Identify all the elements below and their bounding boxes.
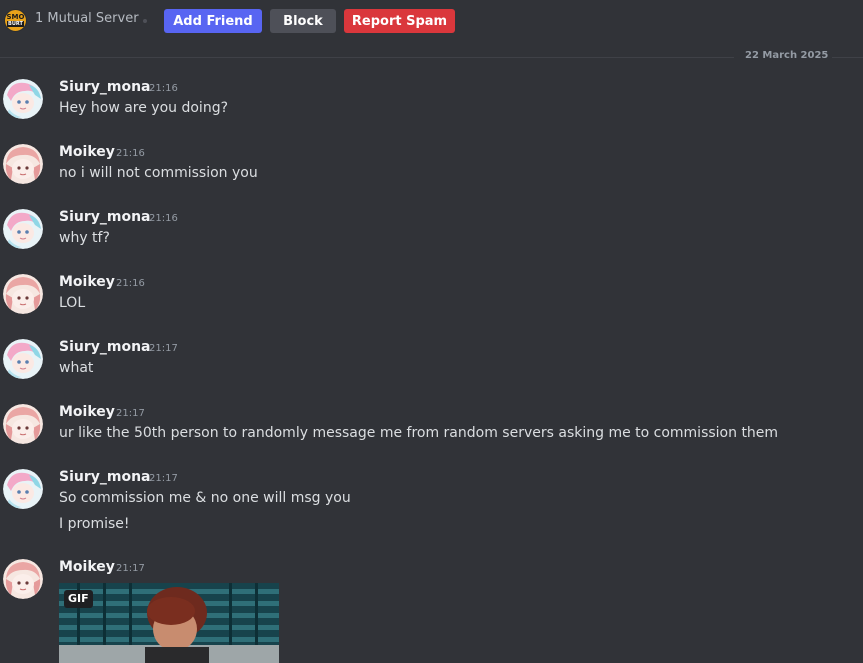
gif-embed[interactable]: GIF <box>59 583 279 663</box>
avatar-image <box>3 339 43 379</box>
message-text: So commission me & no one will msg you <box>59 490 351 506</box>
avatar[interactable] <box>3 209 43 249</box>
message-text: why tf? <box>59 230 110 246</box>
gif-badge: GIF <box>64 590 93 608</box>
divider-line <box>0 57 734 58</box>
message-timestamp[interactable]: 21:17 <box>116 563 145 574</box>
block-button[interactable]: Block <box>270 9 336 33</box>
avatar[interactable] <box>3 144 43 184</box>
username[interactable]: Siury_mona <box>59 209 151 225</box>
avatar[interactable] <box>3 469 43 509</box>
avatar-image <box>3 144 43 184</box>
message-timestamp[interactable]: 21:17 <box>149 343 178 354</box>
dm-channel: SMO BURT 1 Mutual Server Add Friend Bloc… <box>0 0 863 663</box>
message-text: no i will not commission you <box>59 165 258 181</box>
server-icon-text-2: BURT <box>7 21 24 27</box>
avatar-image <box>3 274 43 314</box>
message-text: LOL <box>59 295 86 311</box>
message-timestamp[interactable]: 21:16 <box>149 213 178 224</box>
message-text: ur like the 50th person to randomly mess… <box>59 425 779 441</box>
date-divider: 22 March 2025 <box>0 50 863 61</box>
avatar[interactable] <box>3 79 43 119</box>
message-timestamp[interactable]: 21:17 <box>116 408 145 419</box>
username[interactable]: Siury_mona <box>59 339 151 355</box>
avatar-image <box>3 559 43 599</box>
avatar-image <box>3 469 43 509</box>
username[interactable]: Moikey <box>59 559 115 575</box>
username[interactable]: Moikey <box>59 274 115 290</box>
add-friend-button[interactable]: Add Friend <box>164 9 262 33</box>
mutual-servers-link[interactable]: 1 Mutual Server <box>35 11 139 26</box>
avatar[interactable] <box>3 274 43 314</box>
username[interactable]: Siury_mona <box>59 469 151 485</box>
username[interactable]: Moikey <box>59 404 115 420</box>
username[interactable]: Moikey <box>59 144 115 160</box>
avatar-image <box>3 404 43 444</box>
message-text: I promise! <box>59 516 130 532</box>
message-timestamp[interactable]: 21:16 <box>149 83 178 94</box>
report-spam-button[interactable]: Report Spam <box>344 9 455 33</box>
avatar[interactable] <box>3 404 43 444</box>
avatar-image <box>3 79 43 119</box>
mutual-server-icon[interactable]: SMO BURT <box>4 9 27 32</box>
message-timestamp[interactable]: 21:16 <box>116 278 145 289</box>
message-timestamp[interactable]: 21:17 <box>149 473 178 484</box>
avatar[interactable] <box>3 559 43 599</box>
divider-line <box>832 57 863 58</box>
message-timestamp[interactable]: 21:16 <box>116 148 145 159</box>
divider-date: 22 March 2025 <box>745 50 829 61</box>
separator-dot <box>143 19 147 23</box>
dm-profile-actions-bar: SMO BURT 1 Mutual Server Add Friend Bloc… <box>0 9 863 33</box>
server-icon-text-1: SMO <box>6 13 25 21</box>
username[interactable]: Siury_mona <box>59 79 151 95</box>
avatar-image <box>3 209 43 249</box>
message-text: Hey how are you doing? <box>59 100 229 116</box>
avatar[interactable] <box>3 339 43 379</box>
message-text: what <box>59 360 94 376</box>
